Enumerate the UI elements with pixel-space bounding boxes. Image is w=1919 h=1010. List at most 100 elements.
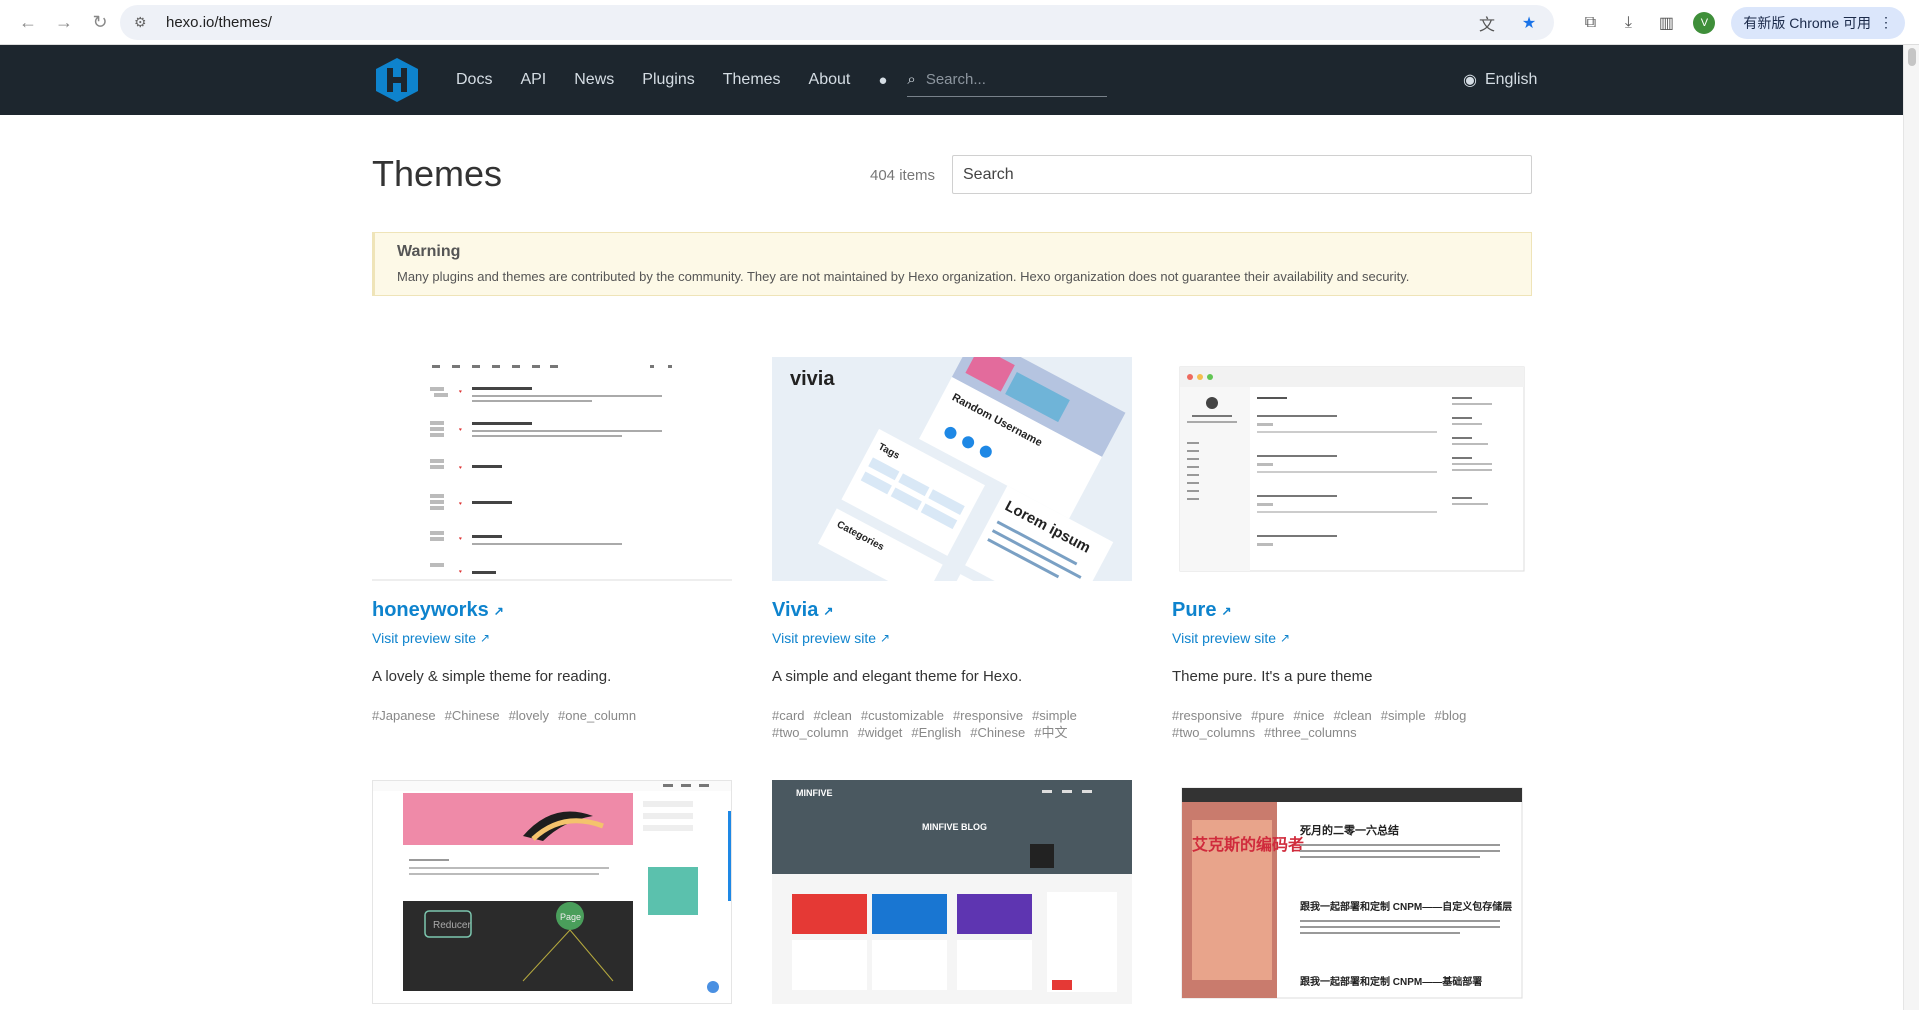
tag[interactable]: #customizable [861,708,944,723]
tag[interactable]: #English [911,725,961,740]
title-row: Themes 404 items [372,115,1532,235]
page-scrollbar[interactable] [1903,45,1919,1010]
external-link-icon: ↗ [880,631,891,645]
main-nav: Docs API News Plugins Themes About ● ⌕ [456,45,1108,115]
theme-tags: #card #clean #customizable #responsive #simp… [772,707,1132,741]
nav-search: ⌕ [907,63,1108,97]
svg-text:MINFIVE: MINFIVE [796,788,833,798]
theme-tags: #Japanese #Chinese #lovely #one_column [372,707,732,724]
tag[interactable]: #lovely [509,708,549,723]
svg-text:♥: ♥ [459,536,462,542]
theme-card: Reducer Page [372,780,732,1004]
external-link-icon: ↗ [493,603,504,618]
tag[interactable]: #one_column [558,708,636,723]
nav-docs[interactable]: Docs [456,71,492,89]
svg-text:跟我一起部署和定制 CNPM——自定义包存储层: 跟我一起部署和定制 CNPM——自定义包存储层 [1300,900,1512,913]
preview-label: Visit preview site [1172,630,1277,646]
tag[interactable]: #simple [1381,708,1426,723]
tag[interactable]: #Japanese [372,708,436,723]
tag[interactable]: #Chinese [970,725,1025,740]
tag[interactable]: #pure [1251,708,1284,723]
external-link-icon: ↗ [823,603,834,618]
theme-thumbnail[interactable]: 艾克斯的编码者 死月的二零一六总结 跟我一起部署和定制 CNPM——自定义包存储… [1172,780,1532,1004]
svg-text:vivia: vivia [790,368,835,390]
forward-icon[interactable]: → [46,4,82,40]
github-icon[interactable]: ● [878,72,887,89]
tag[interactable]: #responsive [1172,708,1242,723]
theme-thumbnail[interactable]: vivia Random Username Tags Lorem ipsum C… [772,357,1132,581]
reload-icon[interactable]: ↻ [82,4,118,40]
theme-card: 艾克斯的编码者 死月的二零一六总结 跟我一起部署和定制 CNPM——自定义包存储… [1172,780,1532,1004]
site-header: Docs API News Plugins Themes About ● ⌕ ◉… [0,45,1903,115]
theme-thumbnail[interactable]: ♥ ♥ ♥ ♥ ♥ ♥ [372,357,732,581]
preview-link[interactable]: Visit preview site ↗ [372,630,732,646]
address-bar[interactable]: ⚙ hexo.io/themes/ 文 ★ [120,5,1554,40]
tag[interactable]: #nice [1293,708,1324,723]
theme-name-link[interactable]: Vivia ↗ [772,599,1132,622]
search-icon: ⌕ [907,71,916,88]
tag[interactable]: #中文 [1034,725,1067,740]
preview-label: Visit preview site [372,630,477,646]
update-label: 有新版 Chrome 可用 [1743,14,1871,31]
nav-about[interactable]: About [809,71,851,89]
chrome-update-button[interactable]: 有新版 Chrome 可用 ⋮ [1731,6,1905,39]
theme-name-link[interactable]: honeyworks ↗ [372,599,732,622]
theme-description: A lovely & simple theme for reading. [372,668,612,685]
theme-thumbnail[interactable]: Reducer Page [372,780,732,1004]
scrollbar-thumb[interactable] [1908,48,1916,66]
tag[interactable]: #widget [858,725,903,740]
theme-description: A simple and elegant theme for Hexo. [772,668,1023,685]
nav-plugins[interactable]: Plugins [642,71,694,89]
tag[interactable]: #Chinese [445,708,500,723]
theme-thumbnail[interactable]: MINFIVE MINFIVE BLOG [772,780,1132,1004]
tag[interactable]: #two_columns [1172,725,1255,740]
hexo-logo-icon[interactable] [375,57,419,103]
tag[interactable]: #blog [1435,708,1467,723]
preview-link[interactable]: Visit preview site ↗ [772,630,1132,646]
tag[interactable]: #three_columns [1264,725,1357,740]
nav-search-input[interactable] [925,71,1086,88]
url-text[interactable]: hexo.io/themes/ [166,14,272,31]
svg-text:♥: ♥ [459,569,462,575]
theme-card: vivia Random Username Tags Lorem ipsum C… [772,357,1132,741]
preview-label: Visit preview site [772,630,877,646]
warning-body: Many plugins and themes are contributed … [397,269,1410,284]
page-title: Themes [372,153,503,194]
external-link-icon: ↗ [1221,603,1232,618]
svg-text:跟我一起部署和定制 CNPM——基础部署: 跟我一起部署和定制 CNPM——基础部署 [1300,975,1482,988]
theme-search-input[interactable] [952,155,1532,194]
extensions-icon[interactable]: ⧉ [1579,12,1601,34]
theme-name: Vivia [772,599,819,621]
theme-thumbnail[interactable] [1172,357,1532,581]
download-icon[interactable]: ⤓ [1617,12,1639,34]
main-content: Themes 404 items Warning Many plugins an… [372,115,1532,1004]
nav-themes[interactable]: Themes [723,71,781,89]
tag[interactable]: #responsive [953,708,1023,723]
nav-api[interactable]: API [520,71,546,89]
svg-text:♥: ♥ [459,427,462,433]
svg-text:MINFIVE BLOG: MINFIVE BLOG [922,822,987,832]
browser-toolbar: ← → ↻ ⚙ hexo.io/themes/ 文 ★ ⧉ ⤓ ▥ V 有新版 … [0,0,1919,45]
translate-icon[interactable]: 文 [1476,12,1498,34]
preview-link[interactable]: Visit preview site ↗ [1172,630,1532,646]
language-selector[interactable]: ◉ English [1463,45,1537,115]
theme-description: Theme pure. It's a pure theme [1172,668,1373,685]
theme-card: Pure ↗ Visit preview site ↗ Theme pure. … [1172,357,1532,741]
theme-name: honeyworks [372,599,489,621]
back-icon[interactable]: ← [10,4,46,40]
tag[interactable]: #clean [814,708,852,723]
profile-avatar[interactable]: V [1693,11,1716,34]
tag[interactable]: #card [772,708,805,723]
svg-text:艾克斯的编码者: 艾克斯的编码者 [1192,835,1304,854]
theme-name-link[interactable]: Pure ↗ [1172,599,1532,622]
more-menu-icon: ⋮ [1879,14,1893,30]
site-info-icon[interactable]: ⚙ [134,14,152,31]
svg-text:Page: Page [560,912,581,922]
bookmark-star-icon[interactable]: ★ [1518,12,1540,34]
tag[interactable]: #simple [1032,708,1077,723]
nav-news[interactable]: News [574,71,614,89]
side-panel-icon[interactable]: ▥ [1655,12,1677,34]
tag[interactable]: #clean [1333,708,1371,723]
theme-card: ♥ ♥ ♥ ♥ ♥ ♥ honeyworks ↗ Visit preview s… [372,357,732,724]
tag[interactable]: #two_column [772,725,849,740]
